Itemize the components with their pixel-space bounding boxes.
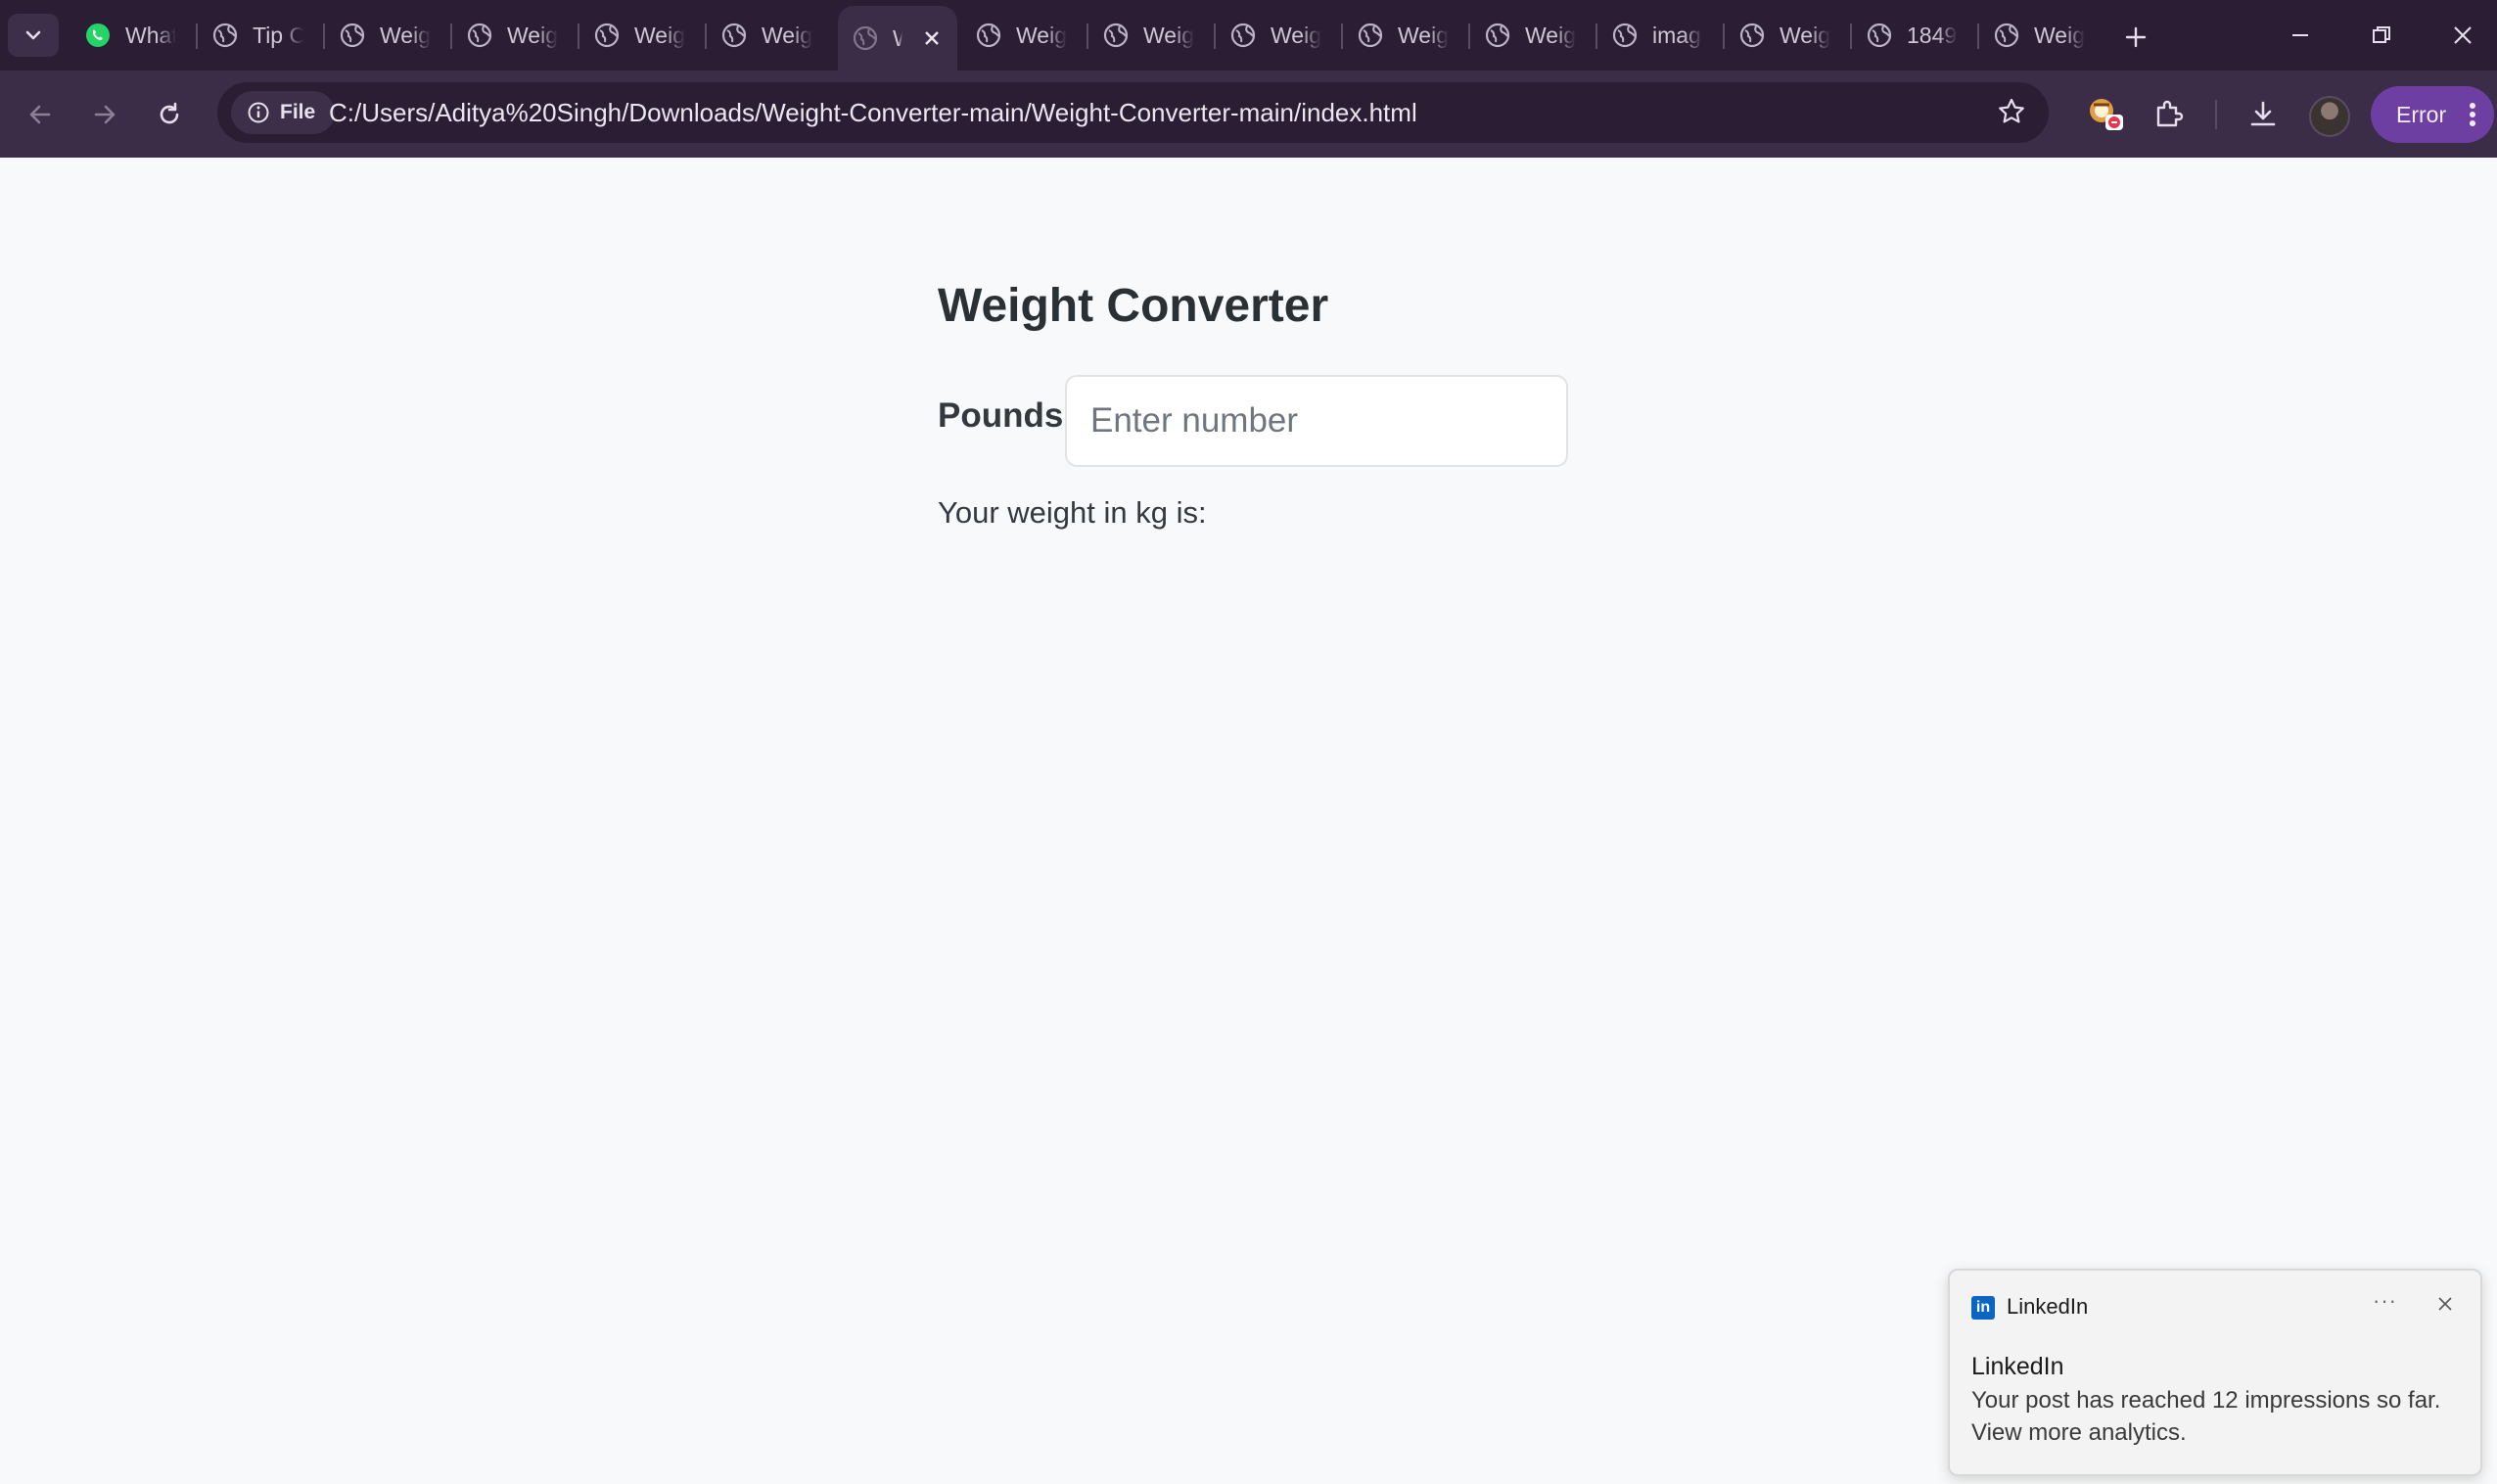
- notification-app-name: LinkedIn: [2007, 1294, 2089, 1319]
- globe-icon: [1230, 23, 1256, 48]
- restore-button[interactable]: [2340, 0, 2423, 70]
- extensions-menu-button[interactable]: [2144, 90, 2193, 139]
- tab[interactable]: Weig: [1979, 10, 2106, 61]
- result-text: Your weight in kg is:: [938, 495, 1207, 530]
- linkedin-notification[interactable]: in LinkedIn ··· LinkedIn Your post has r…: [1948, 1269, 2482, 1476]
- extension-button[interactable]: [2081, 90, 2130, 139]
- globe-icon: [594, 23, 620, 48]
- tab-title: Weig: [1016, 22, 1067, 48]
- tab[interactable]: Weig: [707, 10, 834, 61]
- tab[interactable]: Weig: [1470, 10, 1597, 61]
- tab-title: imag: [1652, 22, 1701, 48]
- more-vert-icon: [2470, 103, 2475, 126]
- tab[interactable]: Weig: [1088, 10, 1216, 61]
- tab-close-icon[interactable]: [922, 28, 942, 48]
- close-icon: [2454, 26, 2472, 44]
- reload-icon: [160, 102, 179, 124]
- toolbar-divider: [2215, 100, 2217, 129]
- notification-title: LinkedIn: [1971, 1353, 2064, 1380]
- tab-title: Weig: [634, 22, 685, 48]
- globe-icon: [1358, 23, 1383, 48]
- browser-toolbar: File C:/Users/Aditya%20Singh/Downloads/W…: [0, 70, 2497, 158]
- pounds-label: Pounds:: [938, 396, 1075, 435]
- tab-active[interactable]: W: [838, 6, 957, 70]
- tab-title: Weig: [1525, 22, 1576, 48]
- globe-icon: [1739, 23, 1765, 48]
- bookmark-button[interactable]: [1996, 96, 2027, 132]
- globe-icon: [340, 23, 365, 48]
- globe-icon: [467, 23, 492, 48]
- globe-icon: [1103, 23, 1129, 48]
- tab[interactable]: Weig: [452, 10, 579, 61]
- tab[interactable]: Weig: [1725, 10, 1852, 61]
- site-info-label: File: [280, 101, 316, 123]
- globe-icon: [853, 25, 878, 51]
- tab[interactable]: imag: [1597, 10, 1725, 61]
- close-icon: [2438, 1297, 2452, 1311]
- tab-title: Weig: [507, 22, 558, 48]
- tab-title: Tip C: [253, 22, 303, 48]
- notification-body: Your post has reached 12 impressions so …: [1971, 1387, 2441, 1446]
- globe-icon: [1867, 23, 1892, 48]
- info-icon: [248, 102, 269, 123]
- notification-close-button[interactable]: [2433, 1292, 2457, 1316]
- tab-title: Weig: [1780, 22, 1830, 48]
- extension-badge-icon: [2090, 99, 2123, 130]
- tab[interactable]: Weig: [325, 10, 452, 61]
- tab[interactable]: Weig: [1343, 10, 1470, 61]
- arrow-right-icon: [94, 105, 116, 124]
- site-info-chip[interactable]: File: [231, 91, 335, 134]
- tab[interactable]: Weig: [1216, 10, 1343, 61]
- whatsapp-icon: [86, 23, 110, 47]
- tab-title: Weig: [1271, 22, 1321, 48]
- tab-title: What: [125, 22, 176, 48]
- globe-icon: [721, 23, 747, 48]
- globe-icon: [1485, 23, 1510, 48]
- close-window-button[interactable]: [2422, 0, 2497, 70]
- tab-title: Weig: [762, 22, 812, 48]
- tab[interactable]: 1849: [1852, 10, 1979, 61]
- profile-avatar[interactable]: [2309, 96, 2350, 137]
- plus-icon: [2125, 26, 2147, 48]
- tab-title: 1849: [1907, 22, 1958, 48]
- puzzle-icon: [2156, 100, 2184, 127]
- reload-button[interactable]: [147, 92, 192, 137]
- globe-icon: [212, 23, 238, 48]
- star-icon: [1999, 98, 2024, 123]
- notification-more-button[interactable]: ···: [2373, 1288, 2397, 1314]
- url-text[interactable]: C:/Users/Aditya%20Singh/Downloads/Weight…: [329, 82, 1417, 143]
- tab[interactable]: What: [70, 10, 198, 61]
- globe-icon: [976, 23, 1001, 48]
- pounds-input[interactable]: [1065, 375, 1568, 467]
- new-tab-button[interactable]: [2118, 20, 2153, 55]
- page-title: Weight Converter: [938, 280, 1329, 332]
- tab-strip: What Tip C Weig Weig Weig Weig W Weig Weig Weig We…: [0, 0, 2497, 70]
- tab-title: Weig: [380, 22, 431, 48]
- tab-title: Weig: [1143, 22, 1194, 48]
- profile-error-chip[interactable]: Error: [2371, 86, 2494, 143]
- tab[interactable]: Weig: [579, 10, 707, 61]
- tab[interactable]: Tip C: [198, 10, 325, 61]
- tab-search-button[interactable]: [8, 14, 59, 57]
- downloads-button[interactable]: [2239, 90, 2288, 139]
- tab[interactable]: Weig: [961, 10, 1088, 61]
- minimize-button[interactable]: [2259, 0, 2341, 70]
- globe-icon: [1994, 23, 2019, 48]
- globe-icon: [1612, 23, 1638, 48]
- tab-title: W: [893, 25, 902, 52]
- download-icon: [2250, 101, 2276, 126]
- chevron-down-icon: [25, 30, 41, 40]
- profile-error-label: Error: [2396, 101, 2447, 127]
- restore-icon: [2373, 26, 2390, 43]
- back-button[interactable]: [18, 92, 63, 137]
- address-bar[interactable]: File C:/Users/Aditya%20Singh/Downloads/W…: [217, 82, 2049, 143]
- linkedin-icon: in: [1971, 1296, 1995, 1320]
- forward-button[interactable]: [82, 92, 127, 137]
- minimize-icon: [2292, 34, 2308, 36]
- arrow-left-icon: [29, 105, 51, 124]
- tab-title: Weig: [2034, 22, 2085, 48]
- tab-title: Weig: [1398, 22, 1449, 48]
